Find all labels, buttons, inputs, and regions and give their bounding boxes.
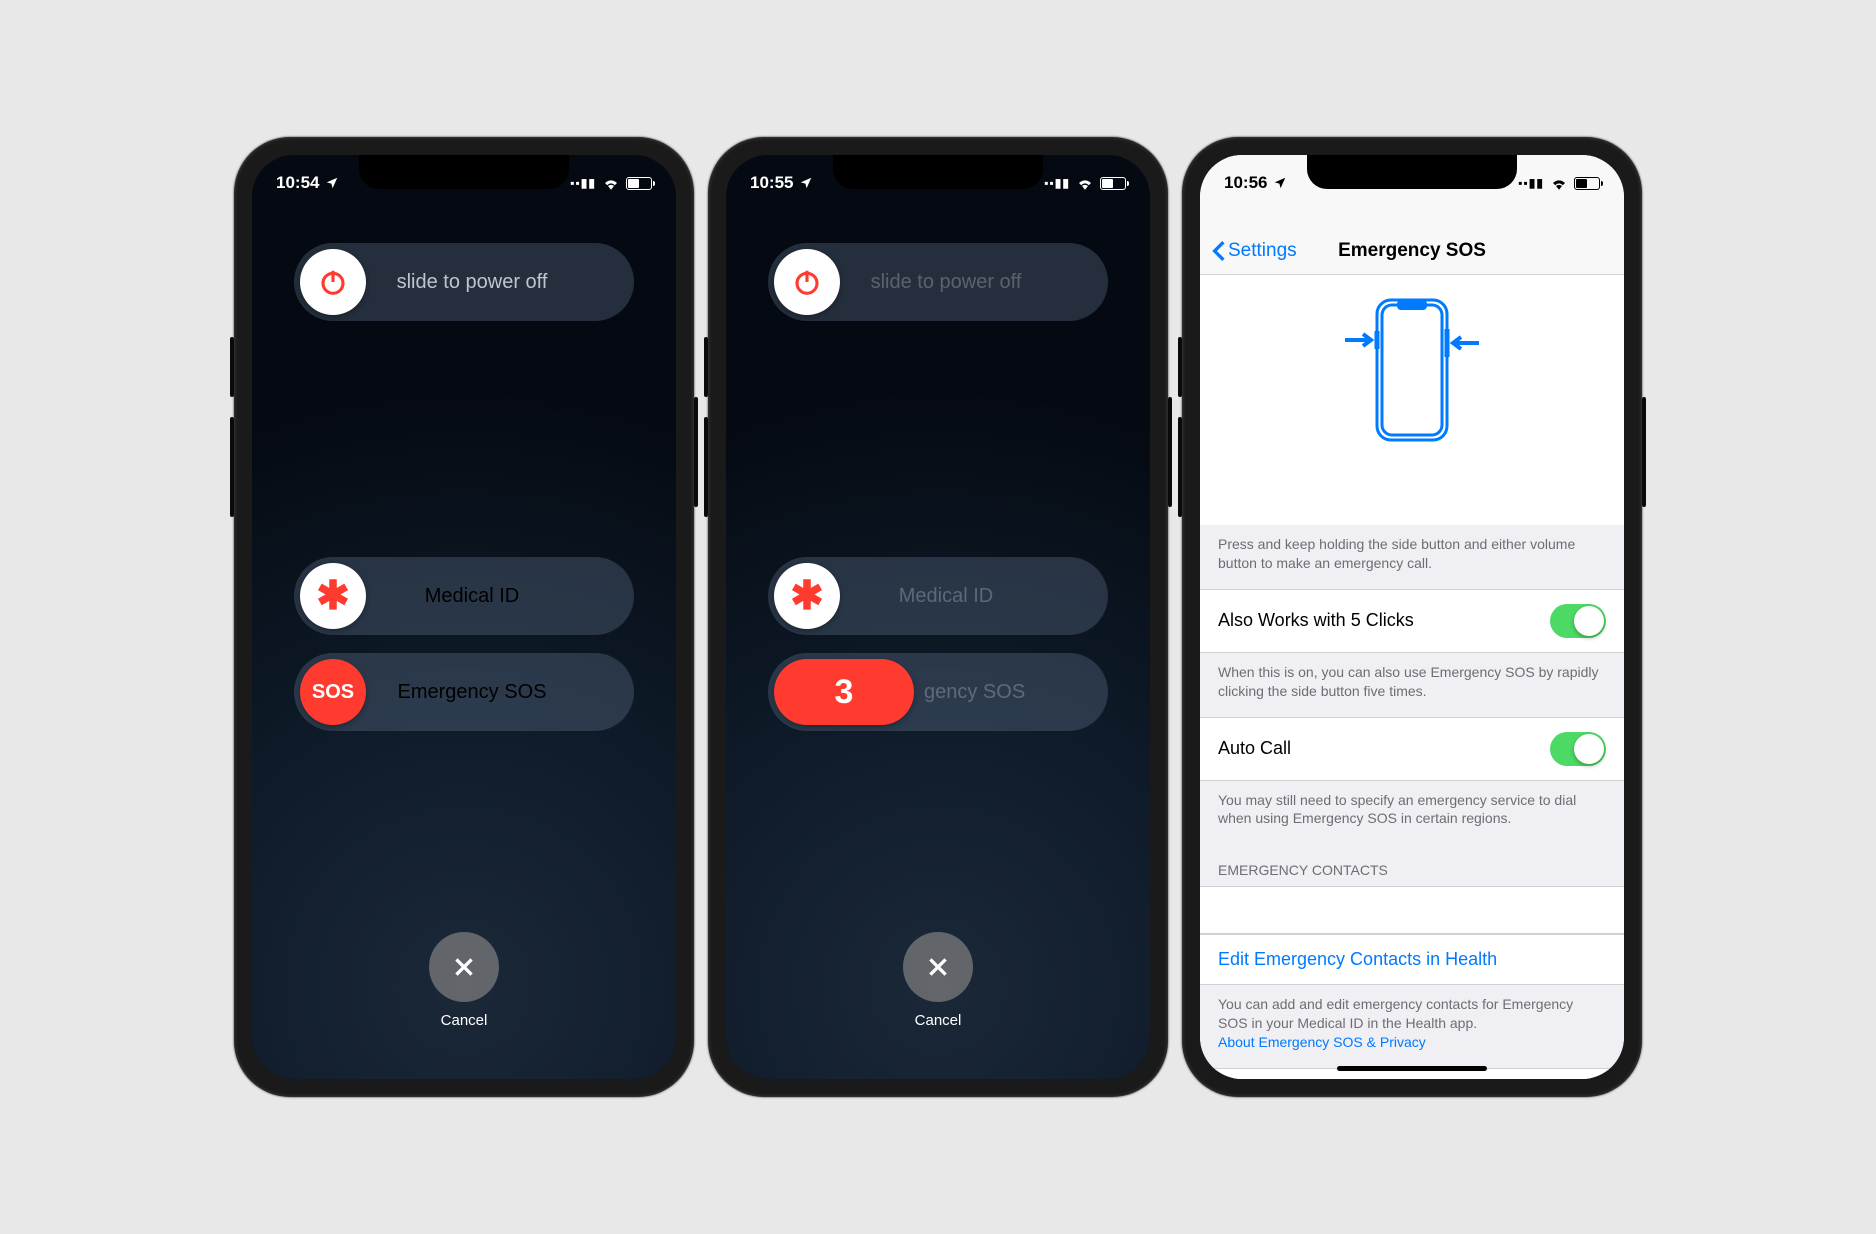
power-icon <box>300 249 366 315</box>
battery-icon <box>626 177 652 190</box>
auto-call-toggle[interactable] <box>1550 732 1606 766</box>
cellular-icon: ▪▪▮▮ <box>1518 176 1544 190</box>
emergency-contacts-empty <box>1200 886 1624 934</box>
countdown-number: 3 <box>835 673 854 712</box>
five-clicks-toggle[interactable] <box>1550 604 1606 638</box>
power-off-label: slide to power off <box>366 271 628 294</box>
close-icon <box>451 954 477 980</box>
emergency-sos-label: gency SOS <box>914 681 1102 704</box>
emergency-contacts-header: EMERGENCY CONTACTS <box>1200 844 1624 886</box>
cellular-icon: ▪▪▮▮ <box>570 176 596 190</box>
medical-icon: ✱ <box>300 563 366 629</box>
medical-id-label: Medical ID <box>366 585 628 608</box>
cancel-button[interactable] <box>429 932 499 1002</box>
phone-frame-1: 10:54 ▪▪▮▮ slide to power off ✱ M <box>234 137 694 1097</box>
cancel-label: Cancel <box>726 1012 1150 1029</box>
auto-call-label: Auto Call <box>1218 738 1291 759</box>
edit-contacts-link[interactable]: Edit Emergency Contacts in Health <box>1200 934 1624 985</box>
help-text-2: When this is on, you can also use Emerge… <box>1200 653 1624 717</box>
medical-id-label: Medical ID <box>840 585 1102 608</box>
battery-icon <box>1100 177 1126 190</box>
help-text-3: You may still need to specify an emergen… <box>1200 781 1624 845</box>
wifi-icon <box>1076 176 1094 190</box>
cancel-label: Cancel <box>252 1012 676 1029</box>
status-time: 10:54 <box>276 173 319 193</box>
wifi-icon <box>602 176 620 190</box>
wifi-icon <box>1550 176 1568 190</box>
back-button[interactable]: Settings <box>1212 240 1297 262</box>
location-icon <box>799 176 813 190</box>
auto-call-row: Auto Call <box>1200 717 1624 781</box>
screen-sos-countdown: 10:55 ▪▪▮▮ slide to power off ✱ M <box>726 155 1150 1079</box>
instruction-illustration <box>1200 275 1624 525</box>
power-off-label: slide to power off <box>840 271 1102 294</box>
five-clicks-label: Also Works with 5 Clicks <box>1218 610 1414 631</box>
battery-icon <box>1574 177 1600 190</box>
screen-power-off: 10:54 ▪▪▮▮ slide to power off ✱ M <box>252 155 676 1079</box>
five-clicks-row: Also Works with 5 Clicks <box>1200 589 1624 653</box>
medical-id-slider[interactable]: ✱ Medical ID <box>294 557 634 635</box>
power-icon <box>774 249 840 315</box>
phone-frame-3: 10:56 ▪▪▮▮ ◀Search Settings Emergency SO… <box>1182 137 1642 1097</box>
help-text-1: Press and keep holding the side button a… <box>1200 525 1624 589</box>
screen-settings: 10:56 ▪▪▮▮ ◀Search Settings Emergency SO… <box>1200 155 1624 1079</box>
medical-icon: ✱ <box>774 563 840 629</box>
location-icon <box>1273 176 1287 190</box>
sos-countdown-knob: 3 <box>774 659 914 725</box>
status-time: 10:55 <box>750 173 793 193</box>
chevron-left-icon <box>1212 240 1226 262</box>
about-sos-link[interactable]: About Emergency SOS & Privacy <box>1218 1034 1426 1050</box>
cellular-icon: ▪▪▮▮ <box>1044 176 1070 190</box>
close-icon <box>925 954 951 980</box>
medical-id-slider[interactable]: ✱ Medical ID <box>768 557 1108 635</box>
sos-icon: SOS <box>300 659 366 725</box>
cancel-button[interactable] <box>903 932 973 1002</box>
emergency-sos-slider[interactable]: SOS Emergency SOS <box>294 653 634 731</box>
power-off-slider[interactable]: slide to power off <box>294 243 634 321</box>
phone-frame-2: 10:55 ▪▪▮▮ slide to power off ✱ M <box>708 137 1168 1097</box>
help-text-4: You can add and edit emergency contacts … <box>1200 985 1624 1068</box>
power-off-slider[interactable]: slide to power off <box>768 243 1108 321</box>
location-icon <box>325 176 339 190</box>
home-indicator[interactable] <box>1337 1066 1487 1071</box>
status-time: 10:56 <box>1224 173 1267 193</box>
emergency-sos-slider[interactable]: 3 gency SOS <box>768 653 1108 731</box>
emergency-sos-label: Emergency SOS <box>366 681 628 704</box>
